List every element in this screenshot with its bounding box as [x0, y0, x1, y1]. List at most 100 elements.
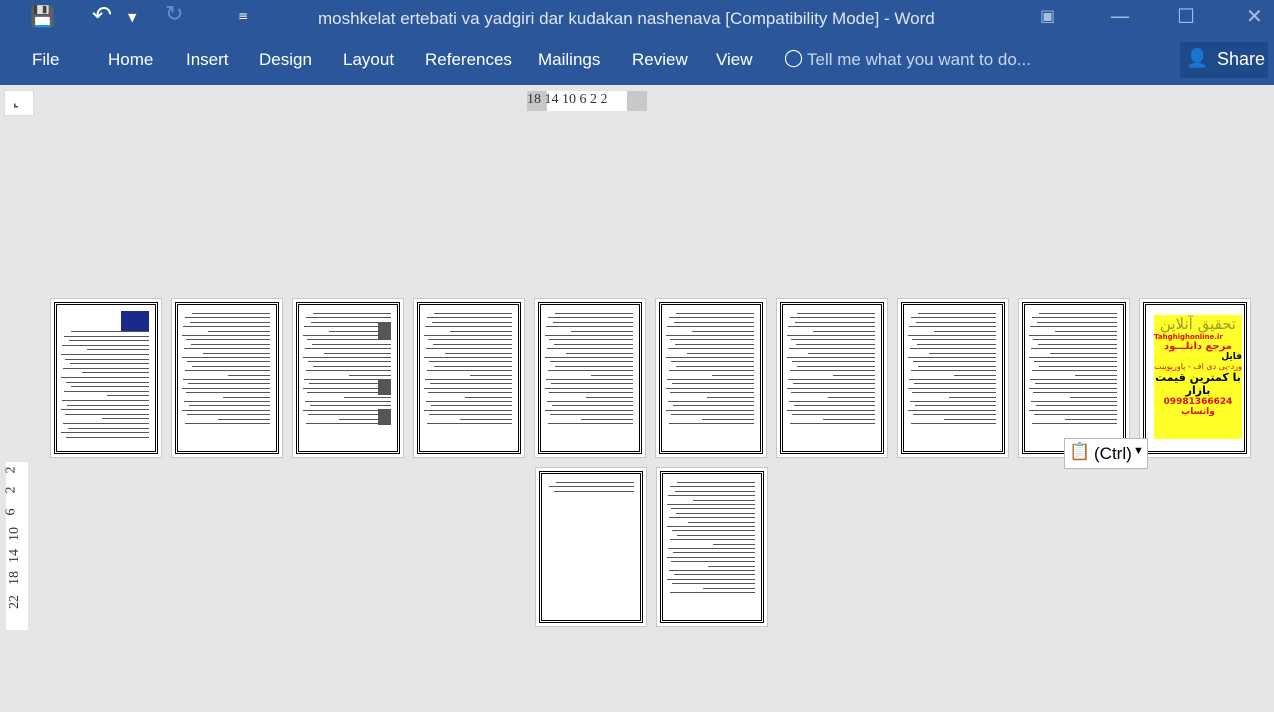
ruler-number: 2 — [3, 466, 19, 474]
redo-icon[interactable]: ↻ — [165, 2, 183, 27]
page-border — [1022, 302, 1126, 454]
text-line — [954, 374, 996, 376]
text-line — [203, 352, 270, 354]
text-line — [425, 326, 512, 328]
ribbon-display-icon[interactable]: ▣ — [1040, 6, 1055, 25]
text-line — [1039, 313, 1117, 314]
tell-me-input[interactable]: Tell me what you want to do... — [807, 50, 1031, 70]
text-line — [676, 512, 755, 514]
text-line — [184, 401, 270, 402]
text-line — [791, 392, 875, 394]
page-thumbnail[interactable] — [655, 298, 767, 458]
text-line — [910, 348, 996, 350]
tab-view[interactable]: View — [716, 50, 753, 70]
text-line — [434, 365, 512, 367]
page-thumbnail[interactable] — [50, 298, 162, 458]
text-line — [192, 365, 270, 367]
text-line — [672, 530, 755, 532]
page-thumbnail[interactable] — [535, 467, 647, 627]
text-line — [548, 317, 633, 319]
text-line — [182, 335, 270, 336]
text-line — [1037, 321, 1117, 323]
tab-home[interactable]: Home — [108, 50, 153, 70]
text-line — [186, 392, 270, 394]
text-line — [909, 326, 996, 328]
text-line — [61, 432, 149, 434]
text-line — [306, 370, 391, 372]
tab-layout[interactable]: Layout — [343, 50, 394, 70]
text-line — [470, 374, 512, 376]
share-button[interactable]: 👤 Share — [1180, 42, 1268, 78]
text-line — [434, 313, 512, 314]
text-line — [908, 335, 996, 336]
page-thumbnail[interactable] — [413, 298, 525, 458]
page-thumbnail[interactable] — [897, 298, 1009, 458]
text-line — [1029, 335, 1117, 336]
text-line — [546, 379, 633, 380]
text-line — [187, 361, 270, 363]
paste-options-button[interactable]: 📋 (Ctrl) ▼ — [1064, 438, 1148, 469]
portrait-image — [378, 409, 391, 425]
customize-toolbar-icon[interactable]: ≡ — [238, 9, 248, 23]
text-line — [666, 387, 754, 389]
text-line — [791, 339, 875, 341]
text-line — [305, 401, 391, 402]
page-thumbnail[interactable] — [171, 298, 283, 458]
text-line — [305, 348, 391, 350]
text-line — [703, 587, 755, 589]
text-line — [208, 330, 270, 332]
text-line — [427, 370, 512, 372]
text-line — [187, 414, 270, 416]
page-thumbnail[interactable]: تحقیق آنلاین Tahghighonline.ir مرجع دانلــ… — [1139, 298, 1251, 458]
text-line — [552, 405, 633, 407]
save-icon[interactable]: 💾 — [30, 4, 55, 28]
text-line — [708, 565, 755, 567]
text-line — [66, 436, 149, 438]
tab-design[interactable]: Design — [259, 50, 312, 70]
text-line — [790, 370, 875, 372]
text-line — [916, 321, 996, 323]
text-line — [189, 405, 270, 407]
text-line — [65, 413, 149, 415]
text-line — [676, 313, 754, 314]
text-line — [908, 409, 996, 411]
text-line — [1032, 423, 1117, 424]
text-line — [667, 379, 754, 380]
tab-selector[interactable]: ⌞ — [4, 90, 34, 116]
text-line — [912, 339, 996, 341]
tab-review[interactable]: Review — [632, 50, 688, 70]
paste-options-label: (Ctrl) — [1094, 444, 1132, 463]
maximize-icon[interactable]: ☐ — [1177, 4, 1195, 28]
tab-references[interactable]: References — [425, 50, 512, 70]
text-line — [1065, 418, 1117, 420]
page-thumbnail[interactable] — [1018, 298, 1130, 458]
page-thumbnail[interactable] — [776, 298, 888, 458]
page-thumbnail[interactable] — [656, 467, 768, 627]
tab-insert[interactable]: Insert — [186, 50, 229, 70]
page-thumbnail[interactable] — [292, 298, 404, 458]
text-line — [713, 543, 755, 545]
horizontal-ruler[interactable]: 18 14 10 6 2 2 — [527, 91, 647, 111]
page-border — [659, 302, 763, 454]
close-icon[interactable]: ✕ — [1246, 4, 1263, 28]
tab-mailings[interactable]: Mailings — [538, 50, 600, 70]
page-border — [538, 302, 642, 454]
text-line — [669, 423, 754, 424]
undo-icon[interactable]: ↶ — [92, 1, 112, 29]
text-line — [668, 548, 755, 549]
page-thumbnail[interactable] — [534, 298, 646, 458]
tab-file[interactable]: File — [32, 50, 59, 70]
text-line — [551, 383, 633, 385]
text-line — [787, 335, 875, 336]
undo-dropdown-icon[interactable]: ▼ — [128, 11, 136, 24]
vertical-ruler[interactable]: 2 2 6 10 14 18 22 — [3, 462, 28, 630]
text-line — [547, 401, 633, 402]
text-line — [944, 418, 996, 420]
text-line — [429, 414, 512, 416]
text-line — [87, 349, 149, 351]
text-line — [1030, 326, 1117, 328]
window-title: moshkelat ertebati va yadgiri dar kudaka… — [318, 9, 935, 28]
page-border — [660, 471, 764, 623]
text-line — [432, 321, 512, 323]
minimize-icon[interactable]: — — [1110, 4, 1130, 28]
